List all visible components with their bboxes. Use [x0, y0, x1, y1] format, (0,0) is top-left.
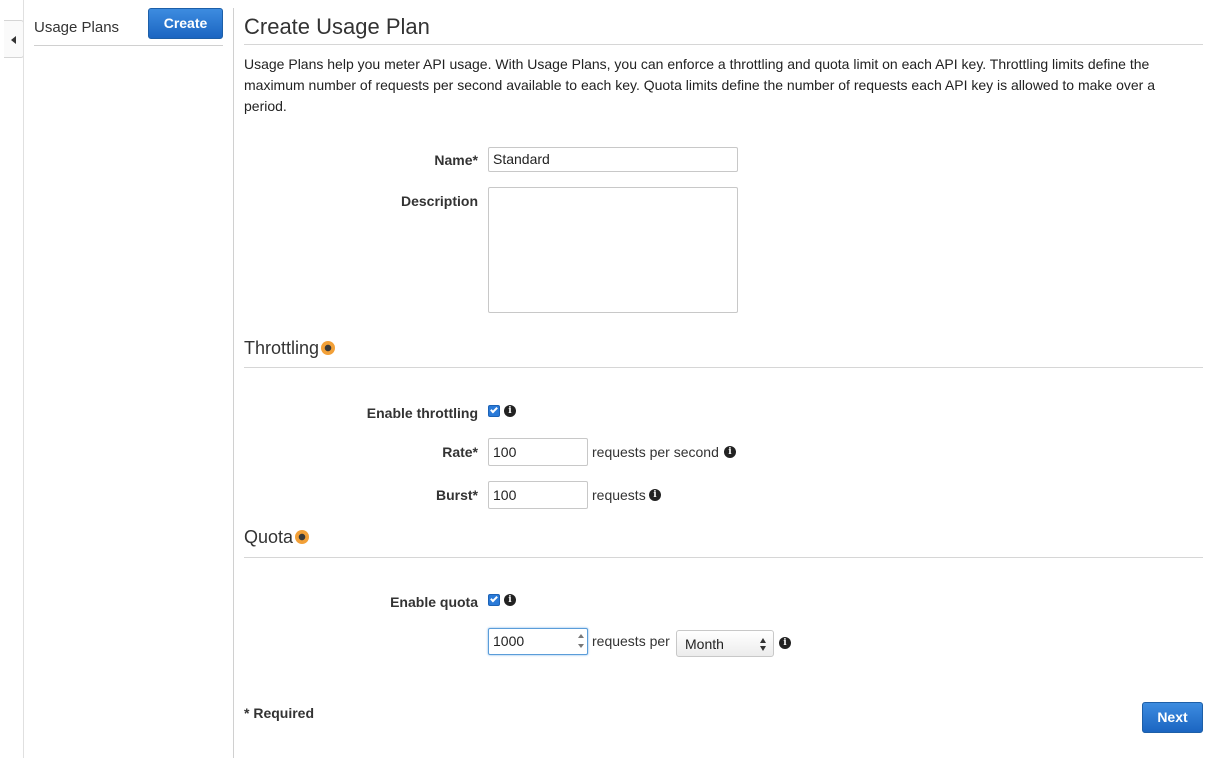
quota-period-value: Month — [685, 636, 724, 652]
help-icon[interactable] — [295, 530, 310, 544]
enable-quota-checkbox[interactable] — [488, 594, 500, 606]
page-title: Create Usage Plan — [244, 14, 430, 39]
checkmark-icon — [490, 594, 498, 603]
select-arrows-icon — [760, 638, 767, 651]
info-icon[interactable]: i — [504, 594, 516, 606]
stepper-arrows-icon[interactable] — [578, 634, 584, 648]
name-input[interactable] — [488, 147, 738, 172]
rate-input[interactable] — [488, 438, 588, 466]
quota-divider — [244, 557, 1203, 558]
sidebar-title[interactable]: Usage Plans — [34, 19, 119, 36]
name-label: Name* — [434, 152, 478, 168]
burst-input[interactable] — [488, 481, 588, 509]
info-icon[interactable]: i — [649, 489, 661, 501]
sidebar-edge — [23, 0, 24, 758]
enable-throttling-checkbox[interactable] — [488, 405, 500, 417]
page-description: Usage Plans help you meter API usage. Wi… — [244, 56, 1155, 114]
rate-label: Rate* — [442, 444, 478, 460]
quota-limit-input[interactable]: 1000 — [488, 628, 588, 655]
throttling-divider — [244, 367, 1203, 368]
create-button[interactable]: Create — [148, 8, 223, 39]
title-divider — [244, 44, 1203, 45]
panel-divider — [233, 8, 234, 758]
burst-unit: requests — [592, 487, 646, 503]
info-icon[interactable]: i — [779, 637, 791, 649]
description-textarea[interactable] — [488, 187, 738, 313]
info-icon[interactable]: i — [724, 446, 736, 458]
next-button[interactable]: Next — [1142, 702, 1203, 733]
info-icon[interactable]: i — [504, 405, 516, 417]
quota-unit: requests per — [592, 633, 670, 649]
quota-limit-value: 1000 — [493, 633, 525, 649]
throttling-section-title: Throttling — [244, 338, 336, 359]
description-label: Description — [400, 193, 478, 209]
help-icon[interactable] — [321, 341, 336, 355]
enable-quota-label: Enable quota — [390, 594, 478, 610]
rate-unit: requests per second — [592, 444, 719, 460]
triangle-left-icon — [11, 36, 16, 44]
quota-section-title: Quota — [244, 527, 310, 548]
throttling-title: Throttling — [244, 338, 320, 358]
required-note: * Required — [244, 705, 315, 721]
enable-throttling-label: Enable throttling — [366, 405, 478, 421]
quota-title: Quota — [244, 527, 294, 547]
sidebar-header: Usage Plans Create — [34, 8, 223, 46]
quota-period-select[interactable]: Month — [676, 630, 774, 657]
checkmark-icon — [490, 405, 498, 414]
burst-label: Burst* — [435, 487, 478, 503]
sidebar-collapse-toggle[interactable] — [4, 20, 24, 58]
